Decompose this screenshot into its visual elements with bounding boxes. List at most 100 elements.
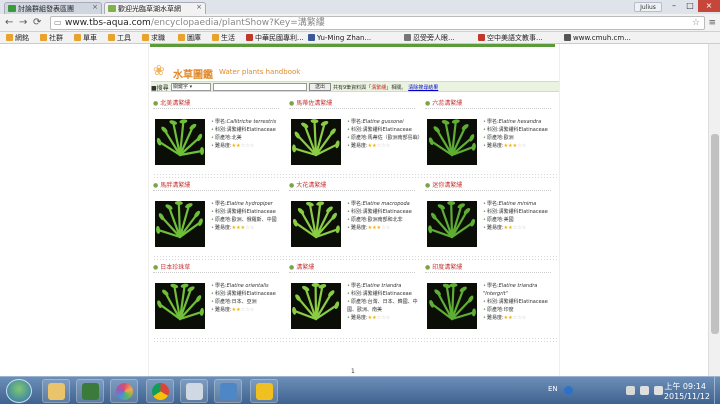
difficulty-rating: •難易度:★★☆☆☆ xyxy=(483,224,559,232)
page-icon: ▭ xyxy=(54,17,62,29)
bookmark-item[interactable]: 忍受旁人眼... xyxy=(404,33,455,43)
taskbar-remote-desktop[interactable] xyxy=(214,379,242,403)
bookmark-item[interactable]: 中華民國專利... xyxy=(246,33,304,43)
forward-arrow-icon[interactable]: → xyxy=(19,17,27,29)
network-icon[interactable] xyxy=(640,386,649,395)
plant-photo[interactable] xyxy=(155,119,205,165)
profile-button[interactable]: Julius xyxy=(634,2,662,12)
clock-date[interactable]: 2015/11/12 xyxy=(664,392,710,401)
tab-forum[interactable]: 討論群組發表區團 × xyxy=(4,2,102,14)
bookmark-folder-icon xyxy=(178,34,185,41)
plant-name-link[interactable]: ●馬胖溝繁縷 xyxy=(153,180,279,191)
clear-search-link[interactable]: 清除搜尋結果 xyxy=(408,85,438,91)
bookmark-item[interactable]: 圖庫 xyxy=(178,33,201,43)
bookmark-label: 空中美語文教事... xyxy=(487,34,543,42)
star-empty-icon: ☆ xyxy=(250,307,254,313)
plant-name-link[interactable]: ●六蕊溝繁縷 xyxy=(425,98,551,109)
taskbar-rescuetime[interactable] xyxy=(250,379,278,403)
family: •科別:溝繁縷科Elatinaceae xyxy=(211,126,287,134)
flag-icon[interactable] xyxy=(626,386,635,395)
reload-icon[interactable]: ⟳ xyxy=(33,17,41,29)
bookmark-item[interactable]: 生活 xyxy=(212,33,235,43)
plant-card: ●六蕊溝繁縷•學名:Elatine hexandra•科別:溝繁縷科Elatin… xyxy=(425,98,557,180)
bookmark-item[interactable]: 網銘 xyxy=(6,33,29,43)
difficulty-rating: •難易度:★★☆☆☆ xyxy=(347,314,423,322)
tab-label: 討論群組發表區團 xyxy=(18,5,74,13)
plant-name-link[interactable]: ●北美溝繁縷 xyxy=(153,98,279,109)
address-bar[interactable]: ▭ www.tbs-aqua.com/encyclopaedia/plantSh… xyxy=(50,16,705,30)
taskbar-terminal[interactable] xyxy=(76,379,104,403)
bookmark-folder-icon xyxy=(108,34,115,41)
plant-name-link[interactable]: ●日本珍珠草 xyxy=(153,262,279,273)
origin: •原產地:馬蒂佐（歐洲南部島嶼） xyxy=(347,134,423,142)
maximize-icon[interactable]: □ xyxy=(682,0,698,12)
bookmark-folder-icon xyxy=(564,34,571,41)
start-button[interactable] xyxy=(6,379,32,403)
bullet-icon: ● xyxy=(153,264,158,271)
plant-photo[interactable] xyxy=(155,283,205,329)
bookmark-folder-icon xyxy=(246,34,253,41)
volume-icon[interactable] xyxy=(654,386,663,395)
scientific-name: •學名:Elatine minima xyxy=(483,200,559,208)
plant-photo[interactable] xyxy=(427,201,477,247)
back-arrow-icon[interactable]: ← xyxy=(5,17,13,29)
close-tab-icon[interactable]: × xyxy=(92,3,98,11)
plant-photo[interactable] xyxy=(427,119,477,165)
plant-photo[interactable] xyxy=(155,201,205,247)
bookmark-item[interactable]: 單車 xyxy=(74,33,97,43)
clock-time[interactable]: 上午 09:14 xyxy=(664,381,706,392)
close-window-icon[interactable]: × xyxy=(698,0,720,12)
vertical-scrollbar[interactable] xyxy=(708,44,720,376)
search-result-text: 共有9筆資料與「溝繁縷」相關。清除搜尋結果 xyxy=(333,84,438,91)
language-indicator[interactable]: EN xyxy=(548,385,558,393)
minimize-icon[interactable]: – xyxy=(666,0,682,12)
scroll-thumb[interactable] xyxy=(711,134,719,334)
plant-photo[interactable] xyxy=(291,283,341,329)
url-host: www.tbs-aqua.com xyxy=(65,18,151,28)
plant-photo[interactable] xyxy=(291,119,341,165)
plant-name-link[interactable]: ●馬蒂佐溝繁縷 xyxy=(289,98,415,109)
plant-name-link[interactable]: ●迷你溝繁縷 xyxy=(425,180,551,191)
search-type-select[interactable]: 關鍵字 ▾ xyxy=(171,83,211,91)
bookmark-item[interactable]: 社群 xyxy=(40,33,63,43)
plant-card: ●印度溝繁縷•學名:Elatine triandra "Intergrit"•科… xyxy=(425,262,557,344)
pagination-page-1[interactable]: 1 xyxy=(351,368,355,375)
bookmark-item[interactable]: www.cmuh.cm... xyxy=(564,33,631,43)
taskbar-chrome[interactable] xyxy=(146,379,174,403)
show-desktop-button[interactable] xyxy=(714,377,720,405)
taskbar-file-explorer[interactable] xyxy=(42,379,70,403)
bookmark-item[interactable]: Yu-Ming Zhan... xyxy=(308,33,371,43)
search-submit-button[interactable]: 送出 xyxy=(309,83,331,91)
help-icon[interactable] xyxy=(564,386,573,395)
taskbar-calculator[interactable] xyxy=(180,379,208,403)
close-tab-icon[interactable]: × xyxy=(196,3,202,11)
bookmark-item[interactable]: 空中美語文教事... xyxy=(478,33,543,43)
bullet-icon: ● xyxy=(289,100,294,107)
bookmark-item[interactable]: 工具 xyxy=(108,33,131,43)
plant-card: ●馬胖溝繁縷•學名:Elatine hydropiper•科別:溝繁縷科Elat… xyxy=(153,180,285,262)
bookmark-folder-icon xyxy=(308,34,315,41)
plant-photo[interactable] xyxy=(291,201,341,247)
plant-name-link[interactable]: ●印度溝繁縷 xyxy=(425,262,551,273)
bookmark-star-icon[interactable]: ☆ xyxy=(692,17,700,29)
bullet-icon: ● xyxy=(425,264,430,271)
star-empty-icon: ☆ xyxy=(386,143,390,149)
plant-card: ●北美溝繁縷•學名:Callitriche terrestris•科別:溝繁縷科… xyxy=(153,98,285,180)
taskbar-picasa[interactable] xyxy=(110,379,138,403)
url-path: /encyclopaedia/plantShow?Key=溝繁縷 xyxy=(151,18,325,28)
bullet-icon: ● xyxy=(425,182,430,189)
menu-icon[interactable]: ≡ xyxy=(708,18,716,28)
bookmark-label: 圖庫 xyxy=(187,34,201,42)
leaf-logo-icon: ❀ xyxy=(153,64,175,78)
row-separator xyxy=(153,173,557,179)
plant-info: •學名:Elatine triandra•科別:溝繁縷科Elatinaceae•… xyxy=(347,282,423,322)
difficulty-rating: •難易度:★★☆☆☆ xyxy=(483,314,559,322)
plant-photo[interactable] xyxy=(427,283,477,329)
plant-name-link[interactable]: ●溝繁縷 xyxy=(289,262,415,273)
plant-name-link[interactable]: ●大花溝繁縷 xyxy=(289,180,415,191)
tab-plant-handbook[interactable]: 歡迎光臨草湖水草網 × xyxy=(104,2,206,14)
bookmark-label: 工具 xyxy=(117,34,131,42)
search-input[interactable] xyxy=(213,83,307,91)
bookmark-item[interactable]: 求職 xyxy=(142,33,165,43)
star-empty-icon: ☆ xyxy=(522,143,526,149)
